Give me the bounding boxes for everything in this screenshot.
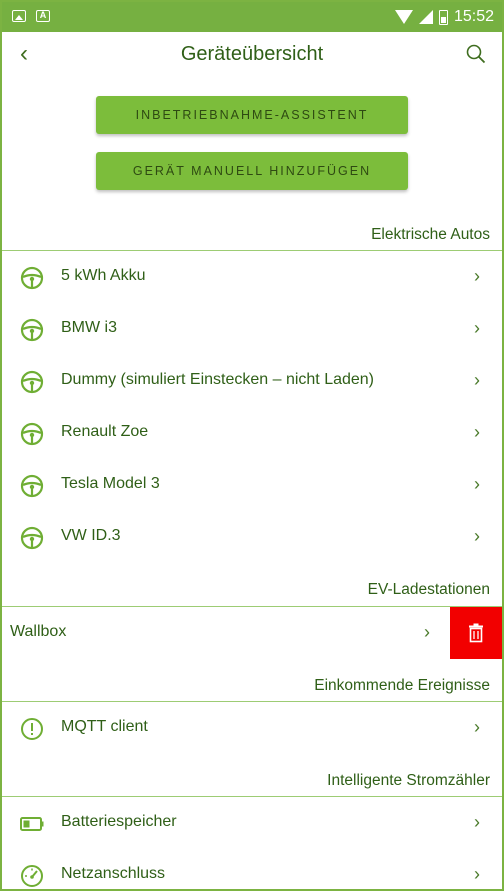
steering-wheel-icon (20, 474, 44, 498)
search-icon[interactable] (466, 44, 486, 64)
chevron-right-icon: › (474, 717, 480, 737)
steering-wheel-icon (20, 266, 44, 290)
list-item-meter[interactable]: Batteriespeicher › (2, 797, 502, 849)
commissioning-wizard-button[interactable]: INBETRIEBNAHME-ASSISTENT (96, 96, 408, 134)
page-title: Geräteübersicht (180, 43, 324, 65)
alert-circle-icon (21, 718, 43, 740)
steering-wheel-icon (20, 318, 44, 342)
battery-icon (20, 817, 44, 831)
chevron-right-icon: › (474, 422, 480, 442)
list-item-car[interactable]: BMW i3 › (2, 303, 502, 355)
chevron-right-icon: › (474, 526, 480, 546)
list-item-car[interactable]: 5 kWh Akku › (2, 251, 502, 303)
list-item-label: Dummy (simuliert Einstecken – nicht Lade… (61, 371, 375, 388)
steering-wheel-icon (20, 422, 44, 446)
list-item-car[interactable]: VW ID.3 › (2, 511, 502, 563)
clock: 15:52 (453, 8, 494, 25)
chevron-right-icon: › (474, 370, 480, 390)
delete-button[interactable] (450, 607, 502, 659)
section-header-cars: Elektrische Autos (371, 226, 490, 243)
chevron-right-icon: › (474, 474, 480, 494)
gauge-icon (21, 865, 43, 887)
chevron-right-icon: › (424, 622, 430, 642)
list-item-label: VW ID.3 (61, 527, 121, 544)
app-frame: A 15:52 ‹ Geräteübersicht INBETRIEBNAHME… (0, 0, 504, 891)
list-item-label: Netzanschluss (61, 865, 166, 882)
chevron-right-icon: › (474, 266, 480, 286)
list-item-label: 5 kWh Akku (61, 267, 146, 284)
section-header-events: Einkommende Ereignisse (314, 677, 490, 694)
image-notification-icon (12, 10, 26, 22)
signal-icon (418, 10, 433, 24)
section-header-stations: EV-Ladestationen (367, 581, 490, 598)
a-notification-icon: A (36, 10, 50, 22)
wifi-icon (394, 10, 413, 24)
list-item-label: Renault Zoe (61, 423, 149, 440)
chevron-right-icon: › (474, 812, 480, 832)
list-item-car[interactable]: Dummy (simuliert Einstecken – nicht Lade… (2, 355, 502, 407)
status-bar: A 15:52 (2, 2, 502, 32)
battery-status-icon (438, 9, 448, 25)
list-item-label: Wallbox (10, 623, 67, 640)
list-item-meter[interactable]: Netzanschluss › (2, 849, 502, 889)
app-bar: ‹ Geräteübersicht (2, 32, 502, 78)
section-header-meters: Intelligente Stromzähler (327, 772, 490, 789)
list-item-event[interactable]: MQTT client › (2, 702, 502, 754)
chevron-right-icon: › (474, 318, 480, 338)
list-item-label: MQTT client (61, 718, 148, 735)
trash-icon (469, 623, 483, 643)
steering-wheel-icon (20, 370, 44, 394)
list-item-station[interactable]: Wallbox › (2, 607, 448, 659)
list-item-label: Tesla Model 3 (61, 475, 160, 492)
add-device-manually-button[interactable]: GERÄT MANUELL HINZUFÜGEN (96, 152, 408, 190)
list-item-car[interactable]: Tesla Model 3 › (2, 459, 502, 511)
chevron-right-icon: › (474, 864, 480, 884)
list-item-car[interactable]: Renault Zoe › (2, 407, 502, 459)
list-item-label: Batteriespeicher (61, 813, 177, 830)
steering-wheel-icon (20, 526, 44, 550)
list-item-label: BMW i3 (61, 319, 117, 336)
